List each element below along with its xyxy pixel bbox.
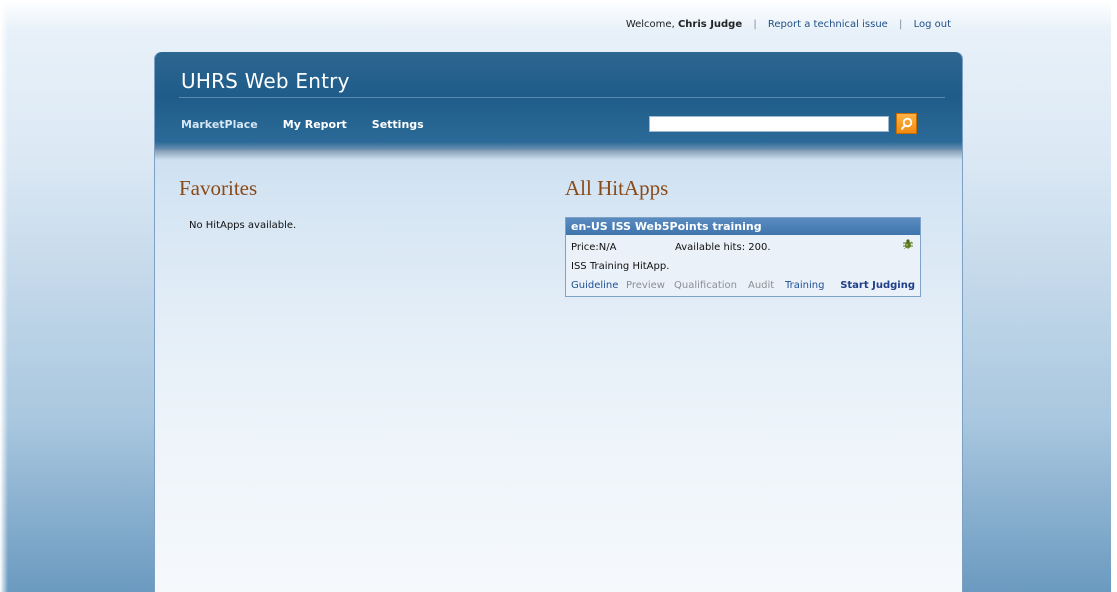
header: UHRS Web Entry MarketPlace My Report Set…: [155, 52, 962, 150]
main-panel: UHRS Web Entry MarketPlace My Report Set…: [154, 52, 963, 592]
favorites-title: Favorites: [179, 176, 258, 200]
hitapp-description: ISS Training HitApp.: [571, 261, 670, 272]
search-button[interactable]: [896, 113, 917, 134]
separator: |: [753, 19, 757, 30]
search-input[interactable]: [649, 116, 889, 132]
app-title: UHRS Web Entry: [181, 69, 350, 93]
top-welcome-bar: Welcome, Chris Judge | Report a technica…: [626, 19, 951, 30]
guideline-link[interactable]: Guideline: [571, 280, 618, 291]
separator: |: [899, 19, 903, 30]
hitapp-price: Price:N/A: [571, 242, 617, 253]
user-name: Chris Judge: [677, 19, 743, 30]
all-hitapps-title: All HitApps: [565, 176, 669, 200]
nav-marketplace[interactable]: MarketPlace: [181, 118, 258, 131]
search-icon: [901, 117, 913, 130]
header-shadow: [155, 150, 962, 160]
page-edge-left: [0, 0, 8, 592]
nav-my-report[interactable]: My Report: [283, 118, 347, 131]
hitapp-available-hits: Available hits: 200.: [675, 242, 771, 253]
page-edge-right: [1111, 0, 1117, 592]
report-issue-link[interactable]: Report a technical issue: [768, 19, 888, 30]
main-nav: MarketPlace My Report Settings: [181, 118, 449, 131]
hitapp-actions: Guideline Preview Qualification Audit Tr…: [571, 280, 915, 293]
qualification-link: Qualification: [674, 280, 737, 291]
favorites-empty-message: No HitApps available.: [189, 220, 297, 231]
start-judging-link[interactable]: Start Judging: [840, 280, 915, 291]
hitapp-card: en-US ISS Web5Points training Price:N/A …: [565, 217, 921, 297]
training-link[interactable]: Training: [785, 280, 824, 291]
bug-icon: [903, 239, 913, 250]
preview-link: Preview: [626, 280, 665, 291]
welcome-prefix: Welcome,: [625, 19, 675, 30]
hitapp-title[interactable]: en-US ISS Web5Points training: [566, 218, 920, 235]
nav-settings[interactable]: Settings: [372, 118, 424, 131]
title-divider: [179, 97, 945, 98]
logout-link[interactable]: Log out: [914, 19, 951, 30]
audit-link: Audit: [748, 280, 775, 291]
